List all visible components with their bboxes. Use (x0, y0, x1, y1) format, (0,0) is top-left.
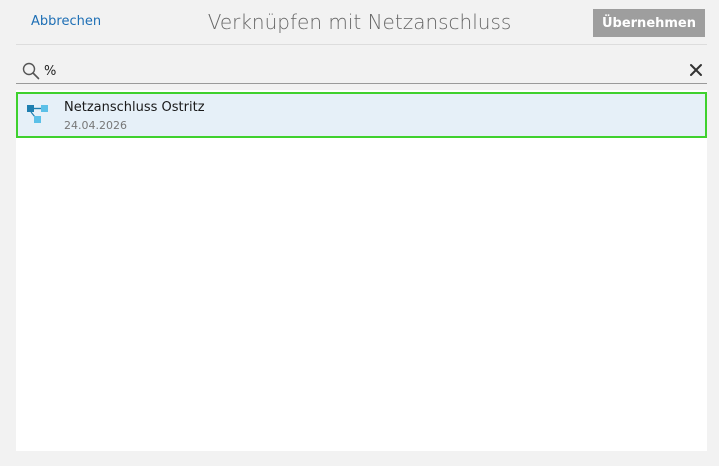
network-connection-icon (27, 105, 48, 123)
search-bar (16, 58, 707, 84)
apply-button[interactable]: Übernehmen (593, 9, 705, 37)
search-input[interactable] (44, 61, 644, 81)
cancel-button[interactable]: Abbrechen (31, 14, 101, 29)
close-icon[interactable] (688, 62, 704, 78)
list-item-date: 24.04.2026 (64, 119, 127, 132)
dialog-header: Abbrechen Verknüpfen mit Netzanschluss Ü… (0, 0, 719, 45)
search-icon (22, 62, 40, 80)
results-list: Netzanschluss Ostritz 24.04.2026 (16, 90, 707, 451)
header-divider (16, 44, 707, 45)
list-item-title: Netzanschluss Ostritz (64, 100, 205, 115)
list-item[interactable]: Netzanschluss Ostritz 24.04.2026 (16, 92, 707, 138)
